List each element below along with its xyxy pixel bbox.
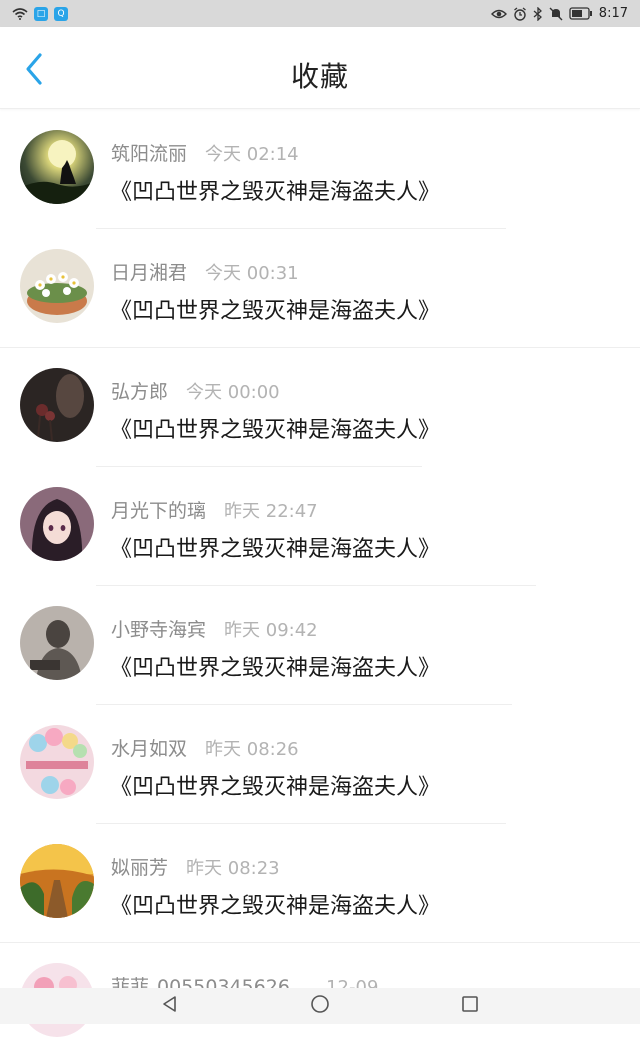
alarm-icon xyxy=(513,7,527,21)
eye-icon xyxy=(491,8,507,20)
status-bar: □ Q 8:17 xyxy=(0,0,640,27)
list-item[interactable]: 小野寺海宾 昨天 09:42 《凹凸世界之毁灭神是海盗夫人》 xyxy=(0,586,640,705)
avatar xyxy=(20,368,94,442)
username[interactable]: 姒丽芳 xyxy=(111,853,168,880)
avatar xyxy=(20,249,94,323)
avatar xyxy=(20,606,94,680)
username[interactable]: 月光下的璃 xyxy=(111,496,206,523)
favorite-content[interactable]: 《凹凸世界之毁灭神是海盗夫人》 xyxy=(110,293,440,325)
system-nav-bar xyxy=(0,988,640,1024)
timestamp: 昨天 09:42 xyxy=(224,616,318,642)
timestamp: 今天 00:00 xyxy=(186,378,280,404)
status-time: 8:17 xyxy=(599,6,628,21)
username[interactable]: 筑阳流丽 xyxy=(111,139,187,166)
list-item[interactable]: 弘方郎 今天 00:00 《凹凸世界之毁灭神是海盗夫人》 xyxy=(0,348,640,467)
mute-icon xyxy=(549,7,563,21)
username[interactable]: 水月如双 xyxy=(111,734,187,761)
timestamp: 今天 02:14 xyxy=(205,140,299,166)
timestamp: 今天 00:31 xyxy=(205,259,299,285)
back-triangle-icon xyxy=(161,995,179,1017)
avatar xyxy=(20,130,94,204)
timestamp: 昨天 08:23 xyxy=(186,854,280,880)
favorite-content[interactable]: 《凹凸世界之毁灭神是海盗夫人》 xyxy=(110,412,440,444)
username[interactable]: 小野寺海宾 xyxy=(111,615,206,642)
list-item[interactable]: 水月如双 昨天 08:26 《凹凸世界之毁灭神是海盗夫人》 xyxy=(0,705,640,824)
avatar xyxy=(20,725,94,799)
app-icon-1: □ xyxy=(34,7,48,21)
favorites-list: 筑阳流丽 今天 02:14 《凹凸世界之毁灭神是海盗夫人》 日月湘君 今天 00… xyxy=(0,110,640,1062)
avatar xyxy=(20,487,94,561)
battery-icon xyxy=(569,7,593,20)
nav-home-button[interactable] xyxy=(300,988,340,1024)
nav-back-button[interactable] xyxy=(150,988,190,1024)
status-left: □ Q xyxy=(12,7,68,21)
app-icon-2: Q xyxy=(54,7,68,21)
bluetooth-icon xyxy=(533,7,543,21)
avatar xyxy=(20,844,94,918)
list-item[interactable]: 筑阳流丽 今天 02:14 《凹凸世界之毁灭神是海盗夫人》 xyxy=(0,110,640,229)
favorite-content[interactable]: 《凹凸世界之毁灭神是海盗夫人》 xyxy=(110,531,440,563)
list-item[interactable]: 月光下的璃 昨天 22:47 《凹凸世界之毁灭神是海盗夫人》 xyxy=(0,467,640,586)
page-title: 收藏 xyxy=(0,55,640,95)
list-item[interactable]: 姒丽芳 昨天 08:23 《凹凸世界之毁灭神是海盗夫人》 xyxy=(0,824,640,943)
username[interactable]: 日月湘君 xyxy=(111,258,187,285)
favorite-content[interactable]: 《凹凸世界之毁灭神是海盗夫人》 xyxy=(110,650,440,682)
home-circle-icon xyxy=(310,994,330,1018)
app-header: 收藏 xyxy=(0,27,640,109)
list-item[interactable]: 日月湘君 今天 00:31 《凹凸世界之毁灭神是海盗夫人》 xyxy=(0,229,640,348)
favorite-content[interactable]: 《凹凸世界之毁灭神是海盗夫人》 xyxy=(110,888,440,920)
username[interactable]: 弘方郎 xyxy=(111,377,168,404)
favorite-content[interactable]: 《凹凸世界之毁灭神是海盗夫人》 xyxy=(110,174,440,206)
recents-square-icon xyxy=(461,995,479,1017)
favorite-content[interactable]: 《凹凸世界之毁灭神是海盗夫人》 xyxy=(110,769,440,801)
wifi-icon xyxy=(12,8,28,20)
timestamp: 昨天 22:47 xyxy=(224,497,318,523)
timestamp: 昨天 08:26 xyxy=(205,735,299,761)
status-right: 8:17 xyxy=(491,6,628,21)
nav-recents-button[interactable] xyxy=(450,988,490,1024)
